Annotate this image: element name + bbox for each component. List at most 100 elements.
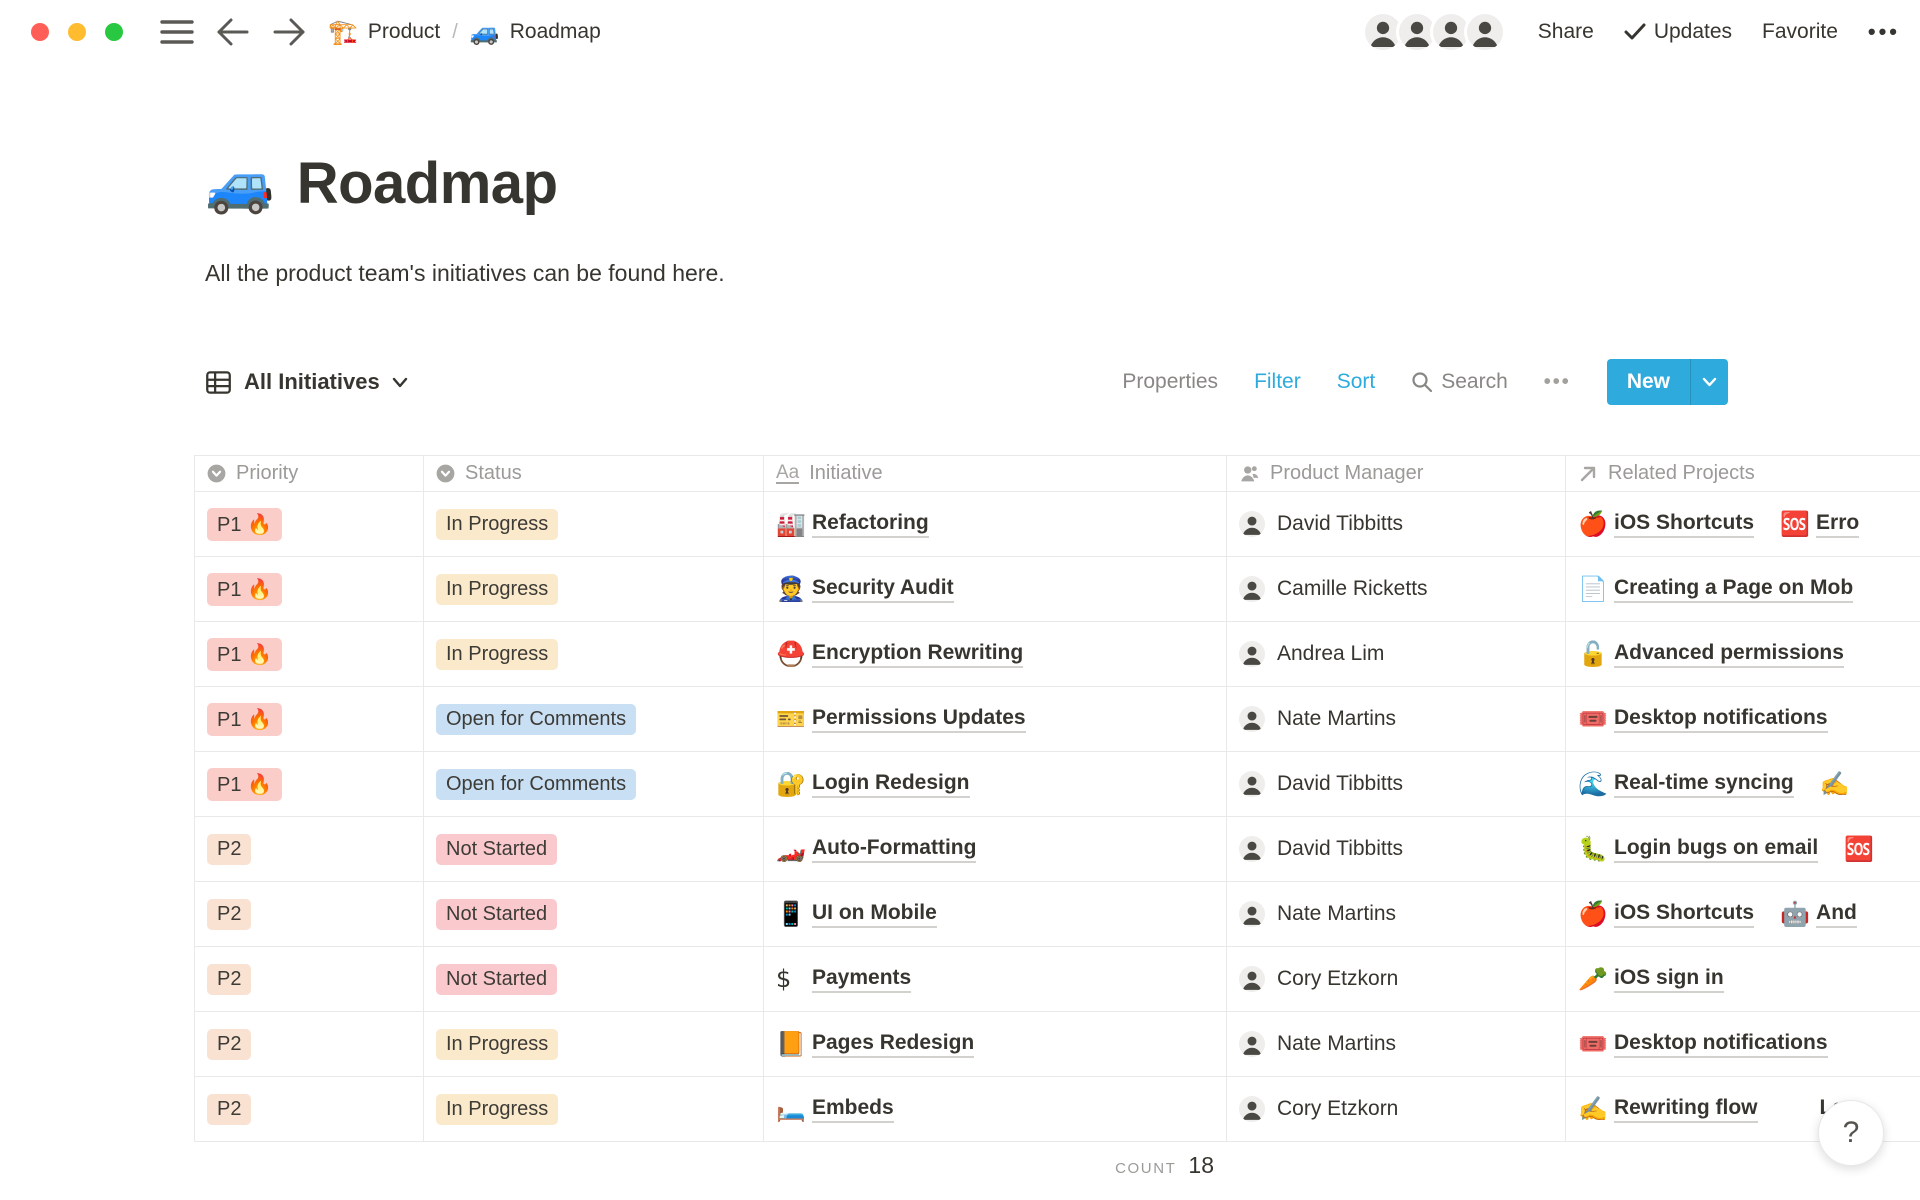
related-project-link[interactable]: Creating a Page on Mob — [1614, 576, 1853, 603]
related-project-link[interactable]: Desktop notifications — [1614, 1031, 1828, 1058]
related-project-link[interactable]: Erro — [1816, 511, 1859, 538]
related-cell[interactable]: 🍎iOS Shortcuts🤖And — [1566, 882, 1920, 947]
related-cell[interactable]: 🎟️Desktop notifications — [1566, 1012, 1920, 1077]
related-cell[interactable]: 🐛Login bugs on email🆘 — [1566, 817, 1920, 882]
pm-cell[interactable]: Cory Etzkorn — [1227, 1077, 1566, 1142]
initiative-cell[interactable]: 📙Pages Redesign — [764, 1012, 1227, 1077]
status-cell[interactable]: Not Started — [424, 947, 764, 1012]
initiative-cell[interactable]: $Payments — [764, 947, 1227, 1012]
pm-cell[interactable]: David Tibbitts — [1227, 492, 1566, 557]
related-project-link[interactable]: Real-time syncing — [1614, 771, 1794, 798]
pm-cell[interactable]: David Tibbitts — [1227, 817, 1566, 882]
filter-button[interactable]: Filter — [1254, 370, 1301, 394]
related-cell[interactable]: 🥕iOS sign in — [1566, 947, 1920, 1012]
related-project-link[interactable]: Login bugs on email — [1614, 836, 1818, 863]
help-button[interactable]: ? — [1818, 1100, 1884, 1166]
related-cell[interactable]: 📄Creating a Page on Mob — [1566, 557, 1920, 622]
status-cell[interactable]: Not Started — [424, 882, 764, 947]
favorite-button[interactable]: Favorite — [1762, 20, 1838, 44]
pm-cell[interactable]: Andrea Lim — [1227, 622, 1566, 687]
car-page-icon[interactable]: 🚙 — [205, 151, 275, 217]
status-cell[interactable]: In Progress — [424, 622, 764, 687]
initiative-link[interactable]: Permissions Updates — [812, 706, 1026, 733]
initiative-cell[interactable]: ⛑️Encryption Rewriting — [764, 622, 1227, 687]
initiative-cell[interactable]: 📱UI on Mobile — [764, 882, 1227, 947]
status-cell[interactable]: Open for Comments — [424, 687, 764, 752]
priority-cell[interactable]: P1 🔥 — [194, 557, 424, 622]
initiative-link[interactable]: UI on Mobile — [812, 901, 937, 928]
related-project-link[interactable]: And — [1816, 901, 1857, 928]
table-count[interactable]: COUNT 18 — [994, 1152, 1214, 1179]
column-header-product-manager[interactable]: Product Manager — [1227, 456, 1566, 492]
column-header-related-projects[interactable]: Related Projects — [1566, 456, 1920, 492]
priority-cell[interactable]: P2 — [194, 882, 424, 947]
zoom-window-button[interactable] — [105, 23, 123, 41]
initiative-link[interactable]: Auto-Formatting — [812, 836, 976, 863]
related-project-link[interactable]: iOS Shortcuts — [1614, 511, 1754, 538]
updates-button[interactable]: Updates — [1624, 20, 1732, 44]
initiative-cell[interactable]: 🎫Permissions Updates — [764, 687, 1227, 752]
initiative-cell[interactable]: 🏎️Auto-Formatting — [764, 817, 1227, 882]
pm-cell[interactable]: Nate Martins — [1227, 1012, 1566, 1077]
priority-cell[interactable]: P1 🔥 — [194, 492, 424, 557]
pm-cell[interactable]: David Tibbitts — [1227, 752, 1566, 817]
initiative-link[interactable]: Payments — [812, 966, 911, 993]
properties-button[interactable]: Properties — [1122, 370, 1218, 394]
related-project-link[interactable]: Desktop notifications — [1614, 706, 1828, 733]
initiative-link[interactable]: Login Redesign — [812, 771, 970, 798]
pm-cell[interactable]: Nate Martins — [1227, 687, 1566, 752]
related-project-link[interactable]: Rewriting flow — [1614, 1096, 1758, 1123]
initiative-cell[interactable]: 🛏️Embeds — [764, 1077, 1227, 1142]
pm-cell[interactable]: Camille Ricketts — [1227, 557, 1566, 622]
breadcrumb-item-product[interactable]: 🏗️ Product — [328, 18, 440, 46]
priority-cell[interactable]: P2 — [194, 1077, 424, 1142]
priority-cell[interactable]: P2 — [194, 1012, 424, 1077]
breadcrumb-item-roadmap[interactable]: 🚙 Roadmap — [470, 18, 601, 46]
column-header-priority[interactable]: Priority — [194, 456, 424, 492]
new-button-label[interactable]: New — [1607, 359, 1690, 405]
related-cell[interactable]: 🔓Advanced permissions — [1566, 622, 1920, 687]
forward-arrow-button[interactable] — [272, 18, 306, 46]
related-project-link[interactable]: iOS Shortcuts — [1614, 901, 1754, 928]
related-project-link[interactable]: iOS sign in — [1614, 966, 1724, 993]
priority-cell[interactable]: P1 🔥 — [194, 687, 424, 752]
close-window-button[interactable] — [31, 23, 49, 41]
priority-cell[interactable]: P1 🔥 — [194, 622, 424, 687]
share-button[interactable]: Share — [1538, 20, 1594, 44]
status-cell[interactable]: Not Started — [424, 817, 764, 882]
back-arrow-button[interactable] — [216, 18, 250, 46]
more-options-button[interactable]: ••• — [1868, 19, 1900, 45]
initiative-link[interactable]: Pages Redesign — [812, 1031, 974, 1058]
status-cell[interactable]: Open for Comments — [424, 752, 764, 817]
initiative-cell[interactable]: 🔐Login Redesign — [764, 752, 1227, 817]
collaborator-avatar[interactable] — [1464, 11, 1506, 53]
status-cell[interactable]: In Progress — [424, 1077, 764, 1142]
related-cell[interactable]: 🎟️Desktop notifications — [1566, 687, 1920, 752]
initiative-cell[interactable]: 👮Security Audit — [764, 557, 1227, 622]
initiative-cell[interactable]: 🏭Refactoring — [764, 492, 1227, 557]
related-cell[interactable]: 🌊Real-time syncing✍️ — [1566, 752, 1920, 817]
view-switcher[interactable]: All Initiatives — [205, 369, 408, 396]
priority-cell[interactable]: P2 — [194, 947, 424, 1012]
priority-cell[interactable]: P2 — [194, 817, 424, 882]
minimize-window-button[interactable] — [68, 23, 86, 41]
pm-cell[interactable]: Nate Martins — [1227, 882, 1566, 947]
view-more-button[interactable]: ••• — [1544, 371, 1571, 394]
priority-cell[interactable]: P1 🔥 — [194, 752, 424, 817]
related-cell[interactable]: 🍎iOS Shortcuts🆘Erro — [1566, 492, 1920, 557]
new-button[interactable]: New — [1607, 359, 1728, 405]
status-cell[interactable]: In Progress — [424, 557, 764, 622]
status-cell[interactable]: In Progress — [424, 492, 764, 557]
initiative-link[interactable]: Encryption Rewriting — [812, 641, 1023, 668]
initiative-link[interactable]: Refactoring — [812, 511, 929, 538]
sort-button[interactable]: Sort — [1337, 370, 1376, 394]
column-header-status[interactable]: Status — [424, 456, 764, 492]
pm-cell[interactable]: Cory Etzkorn — [1227, 947, 1566, 1012]
status-cell[interactable]: In Progress — [424, 1012, 764, 1077]
initiative-link[interactable]: Security Audit — [812, 576, 954, 603]
related-project-link[interactable]: Advanced permissions — [1614, 641, 1844, 668]
search-button[interactable]: Search — [1411, 370, 1508, 394]
new-dropdown-button[interactable] — [1690, 359, 1728, 405]
sidebar-menu-icon[interactable] — [160, 19, 194, 45]
column-header-initiative[interactable]: Aa Initiative — [764, 456, 1227, 492]
